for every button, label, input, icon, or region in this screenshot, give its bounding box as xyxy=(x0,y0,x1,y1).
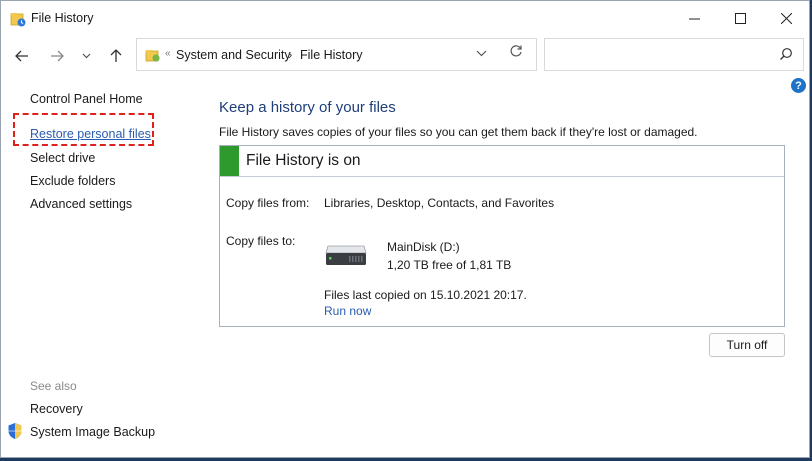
status-panel: File History is on Copy files from: Libr… xyxy=(219,145,785,327)
window-title: File History xyxy=(31,11,94,25)
address-path-box[interactable]: « System and Security › File History xyxy=(136,38,537,71)
main-content: Keep a history of your files File Histor… xyxy=(219,75,789,457)
search-input[interactable] xyxy=(551,45,770,67)
page-title: Keep a history of your files xyxy=(219,99,396,116)
hard-drive-icon xyxy=(325,245,367,265)
recent-locations-button[interactable] xyxy=(75,45,97,67)
chevron-down-icon xyxy=(82,53,90,59)
sidebar-item-recovery[interactable]: Recovery xyxy=(30,402,83,416)
refresh-button[interactable] xyxy=(509,44,523,63)
turn-off-button[interactable]: Turn off xyxy=(709,333,785,357)
status-text: File History is on xyxy=(246,152,361,169)
file-history-app-icon xyxy=(10,13,26,27)
chevron-down-icon xyxy=(476,50,487,57)
close-button[interactable] xyxy=(763,1,809,35)
minimize-icon xyxy=(688,18,700,19)
search-box[interactable] xyxy=(544,38,804,71)
page-description: File History saves copies of your files … xyxy=(219,125,698,139)
back-arrow-icon xyxy=(15,50,28,62)
sidebar-item-restore-personal-files[interactable]: Restore personal files xyxy=(30,127,151,141)
address-bar: « System and Security › File History xyxy=(1,35,809,75)
uac-shield-icon xyxy=(8,423,22,439)
title-bar: File History xyxy=(1,1,809,35)
drive-free-space: 1,20 TB free of 1,81 TB xyxy=(387,258,512,272)
run-now-link[interactable]: Run now xyxy=(324,304,371,318)
forward-arrow-icon xyxy=(51,50,64,62)
breadcrumb-system-and-security[interactable]: System and Security xyxy=(176,48,291,62)
sidebar-item-advanced-settings[interactable]: Advanced settings xyxy=(30,197,132,211)
copy-to-label: Copy files to: xyxy=(226,234,296,248)
sidebar: Control Panel Home Restore personal file… xyxy=(1,75,201,457)
breadcrumb-file-history[interactable]: File History xyxy=(300,48,363,62)
file-history-window: File History « System and Security › Fil… xyxy=(0,0,810,458)
help-icon: ? xyxy=(795,79,802,92)
control-panel-folder-icon xyxy=(145,50,160,62)
forward-button[interactable] xyxy=(46,45,68,67)
breadcrumb-separator-icon: › xyxy=(288,47,293,62)
sidebar-item-system-image-backup[interactable]: System Image Backup xyxy=(30,425,155,439)
close-icon xyxy=(780,12,792,24)
search-icon[interactable] xyxy=(779,47,793,61)
refresh-icon xyxy=(510,45,522,57)
sidebar-item-control-panel-home[interactable]: Control Panel Home xyxy=(30,92,143,106)
status-indicator xyxy=(220,146,239,176)
maximize-button[interactable] xyxy=(717,1,763,35)
minimize-button[interactable] xyxy=(671,1,717,35)
last-copied-text: Files last copied on 15.10.2021 20:17. xyxy=(324,288,527,302)
status-header: File History is on xyxy=(220,146,784,177)
up-arrow-icon xyxy=(110,49,122,62)
address-history-dropdown[interactable] xyxy=(476,46,487,60)
see-also-heading: See also xyxy=(30,379,77,393)
up-button[interactable] xyxy=(105,45,127,67)
sidebar-item-select-drive[interactable]: Select drive xyxy=(30,151,95,165)
maximize-icon xyxy=(734,12,746,24)
back-button[interactable] xyxy=(11,45,33,67)
drive-name: MainDisk (D:) xyxy=(387,240,460,254)
copy-from-label: Copy files from: xyxy=(226,196,310,210)
breadcrumb-overflow-icon: « xyxy=(165,48,171,59)
sidebar-item-exclude-folders[interactable]: Exclude folders xyxy=(30,174,115,188)
help-button[interactable]: ? xyxy=(791,78,806,93)
copy-from-value: Libraries, Desktop, Contacts, and Favori… xyxy=(324,196,555,210)
